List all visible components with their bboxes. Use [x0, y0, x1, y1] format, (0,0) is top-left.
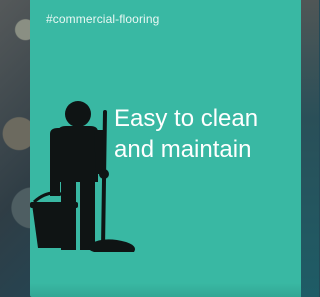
- content-card: #commercial-flooring Easy to clean and m…: [30, 0, 301, 297]
- headline-line-1: Easy to clean: [114, 105, 259, 132]
- card-bottom-shade: [30, 283, 301, 297]
- headline-line-2: and maintain: [114, 136, 252, 163]
- hashtag-label: #commercial-flooring: [46, 12, 160, 26]
- background-photo-right-edge: [301, 0, 319, 297]
- headline: Easy to clean and maintain: [114, 103, 294, 165]
